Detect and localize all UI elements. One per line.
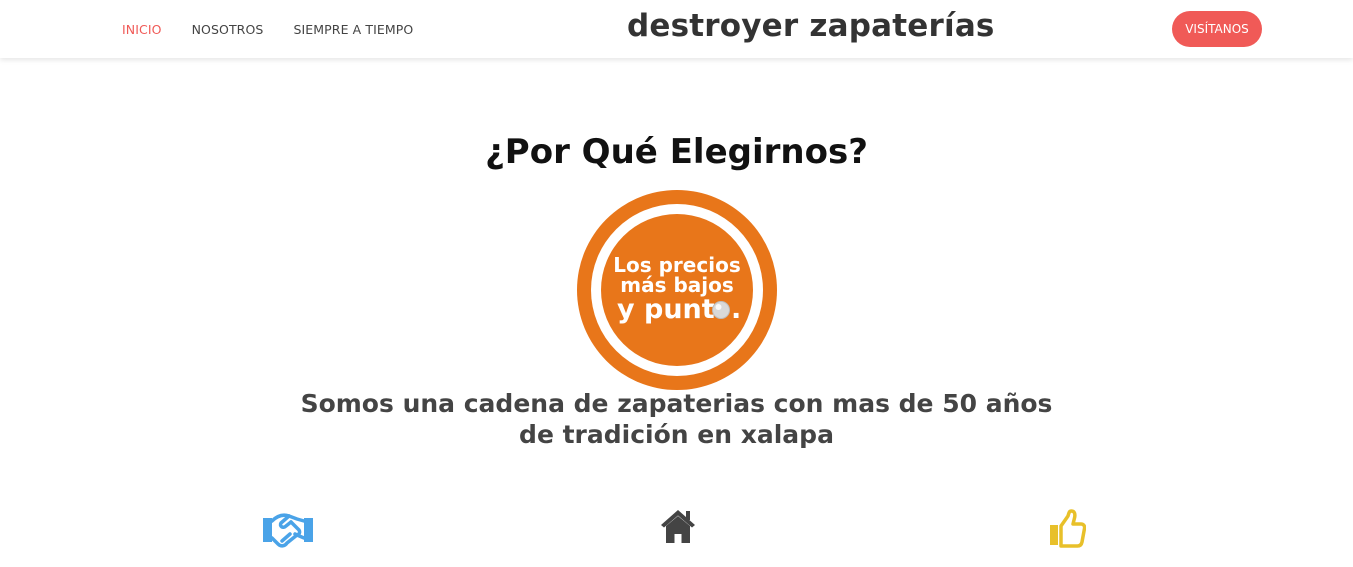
- thumbs-up-icon: [1050, 509, 1086, 548]
- price-badge-logo: Los precios más bajos y punt .: [577, 190, 777, 390]
- site-brand[interactable]: destroyer zapaterías: [627, 8, 995, 44]
- section-title: ¿Por Qué Elegirnos?: [485, 132, 868, 172]
- handshake-icon: [263, 513, 313, 548]
- nav-link-inicio[interactable]: INICIO: [122, 22, 162, 37]
- tagline: Somos una cadena de zapaterias con mas d…: [300, 389, 1053, 449]
- main-nav: INICIO NOSOTROS SIEMPRE A TIEMPO: [122, 0, 443, 58]
- nav-link-siempre-a-tiempo[interactable]: SIEMPRE A TIEMPO: [293, 22, 413, 37]
- site-header: INICIO NOSOTROS SIEMPRE A TIEMPO destroy…: [0, 0, 1353, 58]
- badge-ball-icon: [712, 301, 730, 319]
- nav-link-nosotros[interactable]: NOSOTROS: [192, 22, 264, 37]
- badge-line-3: y punt: [617, 294, 715, 325]
- visit-us-button[interactable]: VISÍTANOS: [1172, 11, 1262, 47]
- home-icon: [661, 510, 695, 543]
- badge-line-3-period: .: [731, 294, 741, 325]
